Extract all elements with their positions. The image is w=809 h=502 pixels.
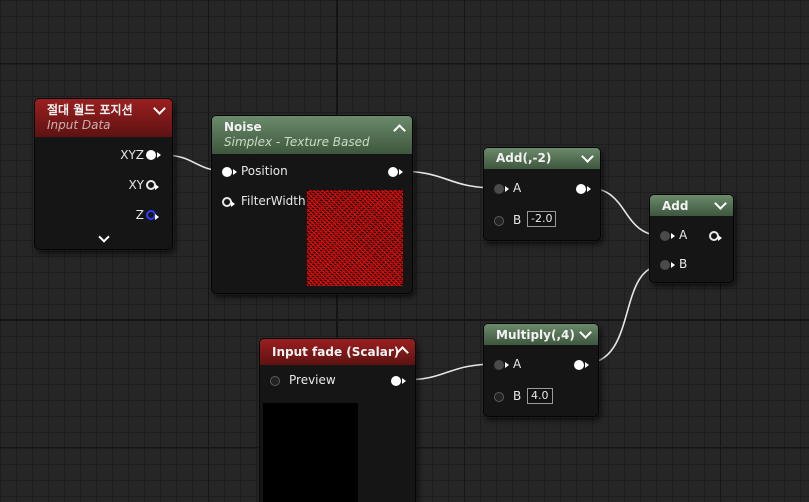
node-title: 절대 월드 포지션	[47, 103, 133, 117]
output-pin-xyz[interactable]	[146, 150, 161, 160]
input-label-filterwidth: FilterWidth	[241, 194, 306, 208]
output-pin-xy[interactable]	[146, 180, 159, 190]
output-pin-noise[interactable]	[388, 167, 403, 177]
input-pin-filterwidth[interactable]	[222, 197, 235, 207]
input-label-b: B	[513, 213, 522, 227]
input-pin-b[interactable]	[660, 260, 675, 270]
grid-line	[464, 0, 465, 501]
output-label-z: Z	[135, 208, 144, 222]
input-pin-b[interactable]	[494, 216, 504, 226]
input-label-preview: Preview	[289, 373, 336, 387]
node-header[interactable]: Input fade (Scalar)	[260, 339, 415, 365]
add-node[interactable]: Add A B	[649, 194, 734, 283]
output-pin-add[interactable]	[576, 184, 591, 194]
input-pin-a[interactable]	[494, 360, 509, 370]
output-pin-add[interactable]	[709, 231, 722, 241]
chevron-down-icon[interactable]	[98, 231, 110, 243]
grid-line	[0, 63, 809, 64]
node-subtitle: Input Data	[47, 118, 111, 132]
noise-preview-image	[307, 190, 403, 286]
output-pin-fade[interactable]	[391, 376, 406, 386]
output-pin-z[interactable]	[146, 210, 159, 220]
input-pin-preview[interactable]	[270, 376, 280, 386]
node-title: Noise	[224, 120, 262, 134]
node-header[interactable]: Add(,-2)	[484, 148, 600, 169]
fade-preview-image	[263, 403, 358, 502]
input-label-a: A	[513, 357, 522, 371]
input-label-a: A	[513, 181, 522, 195]
b-value-field[interactable]: 4.0	[527, 388, 553, 404]
input-label-position: Position	[241, 164, 288, 178]
output-pin-multiply[interactable]	[574, 360, 589, 370]
input-fade-node[interactable]: Input fade (Scalar) Preview	[259, 338, 416, 502]
multiply-4-node[interactable]: Multiply(,4) A B 4.0	[483, 323, 599, 417]
b-value-field[interactable]: -2.0	[527, 211, 557, 227]
input-pin-a[interactable]	[660, 231, 675, 241]
node-header[interactable]: Multiply(,4)	[484, 324, 598, 345]
output-label-xy: XY	[128, 178, 144, 192]
node-subtitle: Simplex - Texture Based	[224, 135, 370, 149]
node-title: Input fade (Scalar)	[272, 345, 400, 359]
input-pin-a[interactable]	[494, 184, 509, 194]
input-label-a: A	[679, 228, 688, 242]
noise-node[interactable]: Noise Simplex - Texture Based Position F…	[211, 115, 413, 294]
input-pin-b[interactable]	[494, 392, 504, 402]
input-label-b: B	[679, 257, 688, 271]
input-label-b: B	[513, 389, 522, 403]
node-header[interactable]: 절대 월드 포지션 Input Data	[35, 99, 172, 137]
node-header[interactable]: Noise Simplex - Texture Based	[212, 116, 412, 154]
node-header[interactable]: Add	[650, 195, 733, 216]
grid-line	[208, 0, 209, 501]
add-minus2-node[interactable]: Add(,-2) A B -2.0	[483, 147, 601, 241]
absolute-world-position-node[interactable]: 절대 월드 포지션 Input Data XYZ XY Z	[34, 98, 173, 250]
input-pin-position[interactable]	[222, 167, 237, 177]
output-label-xyz: XYZ	[120, 148, 144, 162]
